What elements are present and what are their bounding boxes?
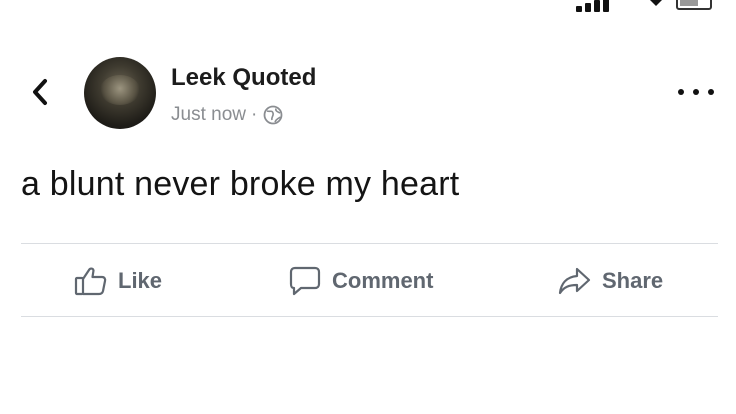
comment-label: Comment [332, 268, 434, 293]
like-button[interactable]: Like [74, 262, 162, 300]
author-name[interactable]: Leek Quoted [171, 64, 316, 92]
comment-button[interactable]: Comment [288, 262, 433, 300]
chevron-left-icon [33, 79, 47, 105]
post-meta: Just now · [171, 104, 283, 126]
share-button[interactable]: Share [558, 262, 663, 300]
more-horizontal-icon [693, 89, 699, 95]
more-horizontal-icon [708, 89, 714, 95]
signal-icon [576, 6, 582, 12]
battery-icon [676, 0, 712, 10]
more-horizontal-icon [678, 89, 684, 95]
more-options-button[interactable] [678, 82, 714, 102]
share-arrow-icon [558, 267, 591, 295]
back-button[interactable] [26, 76, 54, 108]
status-icons [576, 0, 716, 12]
status-bar [0, 0, 736, 18]
globe-icon [263, 105, 283, 125]
like-label: Like [118, 268, 163, 293]
avatar-image [100, 75, 140, 105]
thumbs-up-icon [74, 267, 107, 296]
post-timestamp[interactable]: Just now [171, 104, 246, 126]
status-time [58, 0, 67, 12]
avatar[interactable] [84, 57, 156, 129]
wifi-icon [646, 0, 666, 6]
share-label: Share [602, 268, 664, 293]
meta-separator: · [250, 104, 258, 125]
signal-icon [585, 3, 591, 12]
speech-bubble-icon [289, 266, 321, 296]
divider [21, 316, 718, 317]
signal-icon [603, 0, 609, 12]
signal-icon [594, 0, 600, 12]
post-text: a blunt never broke my heart [21, 165, 460, 203]
divider [21, 243, 718, 244]
